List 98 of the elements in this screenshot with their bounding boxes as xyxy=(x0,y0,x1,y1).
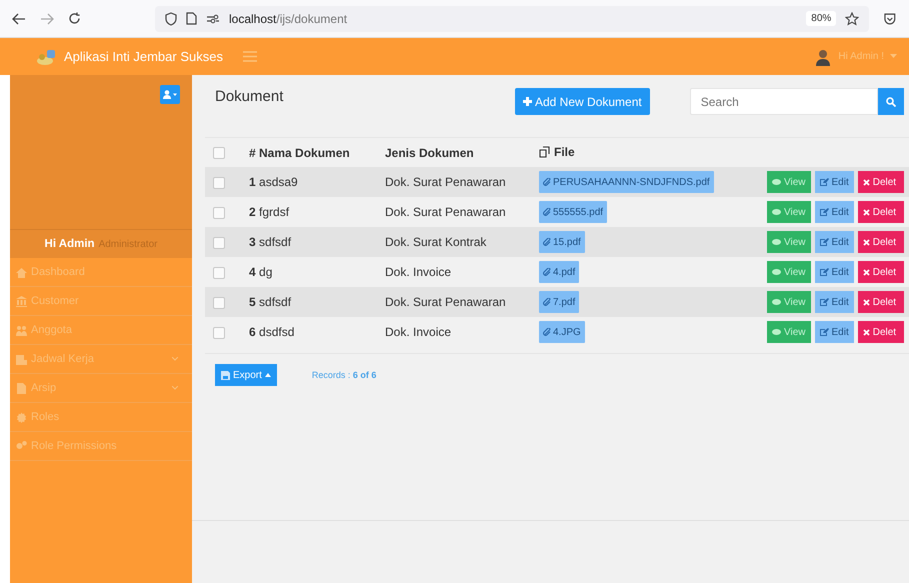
plus-icon xyxy=(523,97,532,106)
edit-icon xyxy=(820,328,828,336)
file-link[interactable]: 7.pdf xyxy=(539,291,580,313)
edit-icon xyxy=(820,208,828,216)
table-cell: 4 dg xyxy=(245,257,381,287)
delete-button[interactable]: Delet xyxy=(858,231,904,253)
address-bar[interactable]: localhost/ijs/dokument 80% xyxy=(155,6,870,32)
edit-icon xyxy=(820,178,828,186)
reload-icon[interactable] xyxy=(68,12,81,25)
view-button[interactable]: View xyxy=(767,321,810,343)
delete-button[interactable]: Delet xyxy=(858,261,904,283)
file-link[interactable]: 555555.pdf xyxy=(539,201,608,223)
row-checkbox[interactable] xyxy=(213,236,225,249)
save-icon xyxy=(221,370,230,380)
logo-icon xyxy=(36,48,58,66)
shield-icon xyxy=(165,12,177,26)
view-button[interactable]: View xyxy=(767,291,810,313)
permissions-icon[interactable] xyxy=(206,14,220,24)
row-checkbox[interactable] xyxy=(213,326,225,339)
chevron-icon xyxy=(172,357,178,361)
file-link[interactable]: 4.pdf xyxy=(539,261,580,283)
file-link[interactable]: 15.pdf xyxy=(539,231,585,253)
paperclip-icon xyxy=(543,238,551,246)
star-icon[interactable] xyxy=(845,12,860,26)
export-button[interactable]: Export xyxy=(215,364,277,386)
table-cell: 1 asdsa9 xyxy=(245,167,381,197)
view-button[interactable]: View xyxy=(767,261,810,283)
records-count: Records : 6 of 6 xyxy=(312,370,376,380)
paperclip-icon xyxy=(543,208,551,216)
home-icon xyxy=(16,266,27,278)
edit-icon xyxy=(820,238,828,246)
file-link[interactable]: PERUSAHAANNN-SNDJFNDS.pdf xyxy=(539,171,714,193)
back-icon[interactable] xyxy=(12,12,26,24)
table-cell: Dok. Surat Penawaran xyxy=(381,287,535,317)
select-all-checkbox[interactable] xyxy=(213,147,225,160)
table-cell: Dok. Invoice xyxy=(381,257,535,287)
delete-button[interactable]: Delet xyxy=(858,291,904,313)
close-icon xyxy=(862,328,870,336)
caret-icon[interactable] xyxy=(890,54,897,59)
table-cell: 5 sdfsdf xyxy=(245,287,381,317)
bank-icon xyxy=(16,296,27,306)
paperclip-icon xyxy=(543,298,551,306)
add-button[interactable]: Add New Dokument xyxy=(515,88,650,115)
table-cell: Dok. Surat Kontrak xyxy=(381,227,535,257)
delete-button[interactable]: Delet xyxy=(858,321,904,343)
close-icon xyxy=(862,238,870,246)
row-checkbox[interactable] xyxy=(213,176,225,189)
table-cell: 2 fgrdsf xyxy=(245,197,381,227)
close-icon xyxy=(862,298,870,306)
paperclip-icon xyxy=(543,268,551,276)
user-avatar-icon[interactable] xyxy=(814,48,832,66)
menu-icon[interactable] xyxy=(242,51,257,62)
file-link[interactable]: 4.JPG xyxy=(539,321,585,343)
users-icon xyxy=(16,324,27,336)
row-checkbox[interactable] xyxy=(213,296,225,309)
close-icon xyxy=(862,208,870,216)
app-name[interactable]: Aplikasi Inti Jembar Sukses xyxy=(64,49,223,64)
edit-button[interactable]: Edit xyxy=(814,291,854,313)
user-icon xyxy=(163,90,177,99)
page-icon xyxy=(186,12,197,25)
table-cell: Dok. Surat Penawaran xyxy=(381,167,535,197)
search-button[interactable] xyxy=(878,88,904,115)
page-title: Dokument xyxy=(215,88,284,105)
table-cell: 3 sdfsdf xyxy=(245,227,381,257)
edit-icon xyxy=(820,268,828,276)
edit-button[interactable]: Edit xyxy=(814,201,854,223)
paperclip-icon xyxy=(543,328,551,336)
file-icon xyxy=(16,382,27,394)
close-icon xyxy=(862,178,870,186)
view-button[interactable]: View xyxy=(767,231,810,253)
edit-button[interactable]: Edit xyxy=(814,321,854,343)
row-checkbox[interactable] xyxy=(213,206,225,219)
user-dropdown-button[interactable] xyxy=(160,85,180,104)
files-icon xyxy=(539,146,551,158)
forward-icon[interactable] xyxy=(40,12,54,24)
search-field[interactable]: Search xyxy=(690,88,878,115)
table-cell: Dok. Invoice xyxy=(381,317,535,347)
edit-button[interactable]: Edit xyxy=(814,171,854,193)
chevron-icon xyxy=(172,386,178,390)
edit-button[interactable]: Edit xyxy=(814,231,854,253)
table-cell: Dok. Surat Penawaran xyxy=(381,197,535,227)
view-button[interactable]: View xyxy=(767,171,810,193)
caret-icon xyxy=(264,373,271,377)
column-header: File xyxy=(554,144,575,158)
row-checkbox[interactable] xyxy=(213,266,225,279)
table-cell: 6 dsdfsd xyxy=(245,317,381,347)
edit-icon xyxy=(820,298,828,306)
close-icon xyxy=(862,268,870,276)
zoom-level[interactable]: 80% xyxy=(806,11,836,26)
view-button[interactable]: View xyxy=(767,201,810,223)
url-text: localhost/ijs/dokument xyxy=(229,12,348,26)
edit-button[interactable]: Edit xyxy=(814,261,854,283)
search-icon xyxy=(886,96,896,106)
delete-button[interactable]: Delet xyxy=(858,201,904,223)
delete-button[interactable]: Delet xyxy=(858,171,904,193)
gear-icon xyxy=(16,412,27,422)
paperclip-icon xyxy=(543,178,551,186)
pocket-icon[interactable] xyxy=(883,12,897,26)
